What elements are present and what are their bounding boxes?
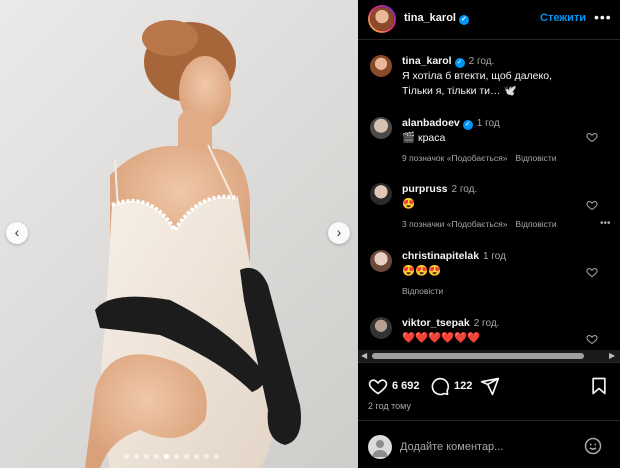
comment-like-heart-icon[interactable] — [586, 333, 598, 345]
bookmark-icon — [592, 377, 606, 395]
carousel-dot[interactable] — [184, 454, 189, 459]
comment-item: purpruss 2 год. 😍 3 позначки «Подобається… — [358, 181, 620, 237]
comment-icon — [431, 377, 450, 396]
comment-header: purpruss 2 год. — [402, 183, 477, 195]
current-user-avatar — [368, 435, 392, 459]
next-slide-button[interactable]: › — [328, 222, 350, 244]
more-options-icon[interactable]: ••• — [594, 9, 612, 25]
share-button[interactable] — [480, 376, 500, 396]
post-panel: tina_karol ✓ Стежити ••• tina_karol ✓ 2 год… — [358, 0, 620, 468]
verified-badge-icon: ✓ — [458, 15, 469, 25]
comment-time: 1 год — [476, 118, 500, 129]
comment-likes-count[interactable]: 3 позначки «Подобається» — [402, 219, 507, 229]
comment-like-heart-icon[interactable] — [586, 199, 598, 211]
comment-header: viktor_tsepak 2 год. — [402, 317, 499, 329]
comment-username[interactable]: viktor_tsepak — [402, 317, 470, 329]
caption: tina_karol ✓ 2 год. Я хотіла б втекти, щоб… — [358, 51, 620, 99]
scroll-left-arrow-icon[interactable]: ◀ — [361, 350, 367, 362]
carousel-dots — [124, 454, 219, 459]
carousel-dot[interactable] — [164, 454, 169, 459]
reply-link[interactable]: Відповісти — [515, 219, 556, 229]
add-comment-input[interactable] — [400, 438, 570, 456]
comment-time: 1 год — [483, 251, 506, 262]
comment-header: christinapitelak 1 год — [402, 250, 506, 262]
comment-username[interactable]: purpruss — [402, 183, 448, 195]
comment-button[interactable]: 122 — [430, 376, 472, 396]
comment-text: 😍😍😍 — [402, 265, 442, 277]
comment-item: viktor_tsepak 2 год. ❤️❤️❤️❤️❤️❤️ — [358, 315, 620, 349]
verified-badge-icon: ✓ — [462, 120, 473, 130]
scroll-right-arrow-icon[interactable]: ▶ — [609, 350, 615, 362]
save-button[interactable] — [590, 376, 608, 396]
comment-header: alanbadoev ✓ 1 год — [402, 117, 500, 130]
posted-time[interactable]: 2 год тому — [368, 401, 411, 411]
caption-text: Я хотіла б втекти, щоб далеко, Тільки я,… — [402, 69, 552, 99]
carousel-dot[interactable] — [214, 454, 219, 459]
carousel-dot[interactable] — [124, 454, 129, 459]
share-icon — [480, 377, 500, 396]
comment-meta: Відповісти — [402, 286, 451, 296]
carousel-dot[interactable] — [204, 454, 209, 459]
comments-list[interactable]: tina_karol ✓ 2 год. Я хотіла б втекти, щоб… — [358, 41, 620, 349]
comment-item: alanbadoev ✓ 1 год 🎬 краса 9 позначок «Под… — [358, 115, 620, 171]
caption-time: 2 год. — [468, 56, 495, 67]
carousel-dot[interactable] — [194, 454, 199, 459]
comment-time: 2 год. — [451, 184, 478, 195]
photo-illustration — [85, 20, 301, 468]
comment-text: 🎬 краса — [402, 132, 446, 144]
comment-text: 😍 — [402, 198, 416, 210]
reply-link[interactable]: Відповісти — [402, 286, 443, 296]
comments-count[interactable]: 122 — [454, 380, 472, 392]
caption-avatar[interactable] — [370, 55, 392, 77]
comment-more-options-icon[interactable]: ••• — [600, 218, 611, 229]
comment-avatar[interactable] — [370, 317, 392, 339]
author-username[interactable]: tina_karol ✓ — [404, 12, 469, 25]
comment-avatar[interactable] — [370, 117, 392, 139]
comment-avatar[interactable] — [370, 183, 392, 205]
comment-item: christinapitelak 1 год 😍😍😍 Відповісти — [358, 248, 620, 304]
post-actions: 6 692 122 2 год тому — [358, 362, 620, 418]
comment-like-heart-icon[interactable] — [586, 131, 598, 143]
carousel-dot[interactable] — [134, 454, 139, 459]
comment-likes-count[interactable]: 9 позначок «Подобається» — [402, 153, 507, 163]
caption-username[interactable]: tina_karol — [402, 55, 452, 67]
previous-slide-button[interactable]: ‹ — [6, 222, 28, 244]
author-username-text[interactable]: tina_karol — [404, 12, 456, 24]
verified-badge-icon: ✓ — [454, 58, 465, 68]
emoji-icon[interactable] — [584, 437, 602, 455]
comment-text: ❤️❤️❤️❤️❤️❤️ — [402, 332, 481, 344]
post-header: tina_karol ✓ Стежити ••• — [358, 0, 620, 40]
post-photo[interactable]: ‹ › — [0, 0, 358, 468]
comment-username[interactable]: christinapitelak — [402, 250, 479, 262]
follow-button[interactable]: Стежити — [540, 12, 586, 24]
caption-line-1: Я хотіла б втекти, щоб далеко, — [402, 70, 552, 82]
horizontal-scrollbar[interactable]: ◀ ▶ — [358, 350, 620, 362]
comment-like-heart-icon[interactable] — [586, 266, 598, 278]
carousel-dot[interactable] — [144, 454, 149, 459]
user-placeholder-icon — [372, 440, 388, 457]
heart-icon — [368, 379, 388, 395]
likes-count[interactable]: 6 692 — [392, 380, 420, 392]
comment-meta: 3 позначки «Подобається» Відповісти — [402, 219, 565, 229]
comment-avatar[interactable] — [370, 250, 392, 272]
carousel-dot[interactable] — [154, 454, 159, 459]
comment-time: 2 год. — [473, 318, 500, 329]
like-button[interactable]: 6 692 — [368, 376, 420, 396]
carousel-dot[interactable] — [174, 454, 179, 459]
author-avatar[interactable] — [368, 5, 396, 33]
caption-line-2: Тільки я, тільки ти… 🕊️ — [402, 85, 517, 97]
comment-username[interactable]: alanbadoev — [402, 117, 460, 129]
reply-link[interactable]: Відповісти — [515, 153, 556, 163]
comment-meta: 9 позначок «Подобається» Відповісти — [402, 153, 565, 163]
add-comment-bar — [358, 420, 620, 468]
caption-header: tina_karol ✓ 2 год. — [402, 55, 494, 68]
scrollbar-thumb[interactable] — [372, 353, 584, 359]
